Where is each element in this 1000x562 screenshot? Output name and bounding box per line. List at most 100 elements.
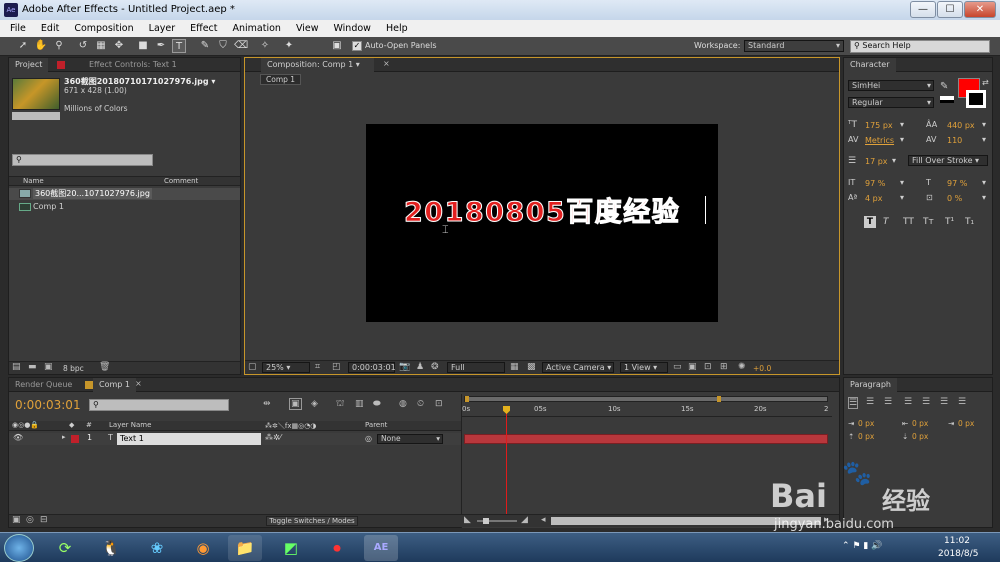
start-button[interactable] <box>4 534 34 562</box>
subscript-button[interactable]: T₁ <box>965 217 974 227</box>
tab-project[interactable]: Project <box>9 58 49 72</box>
justify-right-icon[interactable]: ☰ <box>940 397 948 407</box>
hand-tool-icon[interactable]: ✋ <box>34 39 48 53</box>
layer-label-color[interactable] <box>71 435 79 443</box>
channel-icon[interactable]: ❂ <box>431 362 439 372</box>
brainstorm-icon[interactable]: ◍ <box>399 399 407 409</box>
layer-duration-bar[interactable] <box>464 434 828 444</box>
panel-icon[interactable]: ▣ <box>330 39 344 53</box>
clock-date[interactable]: 2018/8/5 <box>938 549 978 559</box>
pickwhip-icon[interactable]: ◎ <box>365 434 372 443</box>
chevron-down-icon[interactable]: ▾ <box>900 193 904 202</box>
chevron-down-icon[interactable]: ▾ <box>892 156 896 165</box>
fast-previews-icon[interactable]: ▦ <box>510 362 519 372</box>
toggle-switches-icon[interactable]: ▣ <box>12 515 21 525</box>
parent-select[interactable]: None ▾ <box>377 434 443 444</box>
zoom-in-icon[interactable]: ◢ <box>521 515 528 525</box>
motion-blur-icon[interactable]: ⬬ <box>373 399 381 409</box>
taskbar-recorder-icon[interactable]: ⏺ <box>320 535 354 561</box>
tray-icons[interactable]: ⌃ ⚑ ▮ 🔊 <box>842 541 882 551</box>
render-icon[interactable]: ▣ <box>688 362 697 372</box>
space-before-value[interactable]: 0 px <box>858 432 874 441</box>
zoom-slider[interactable] <box>477 518 517 524</box>
camera-tool-icon[interactable]: ▦ <box>94 39 108 53</box>
title-action-safe-icon[interactable]: ⌗ <box>315 362 320 372</box>
menu-edit[interactable]: Edit <box>41 23 59 34</box>
layer-switches-icons[interactable]: ⁂✲⁄ <box>265 433 281 442</box>
resolution-select[interactable]: Full <box>447 362 505 373</box>
current-time-indicator[interactable] <box>506 408 507 526</box>
chevron-down-icon[interactable]: ▾ <box>900 120 904 129</box>
zoom-select[interactable]: 25% ▾ <box>262 362 310 373</box>
zoom-tool-icon[interactable]: ⚲ <box>52 39 66 53</box>
chevron-down-icon[interactable]: ▾ <box>982 178 986 187</box>
faux-italic-button[interactable]: T <box>883 217 889 227</box>
scroll-right-icon[interactable]: ▸ <box>824 515 829 525</box>
workspace-select[interactable]: Standard ▾ <box>744 40 844 52</box>
trash-icon[interactable]: 🗑 <box>99 362 110 372</box>
show-snapshot-icon[interactable]: ♟ <box>416 362 424 372</box>
column-name[interactable]: Name <box>23 177 44 185</box>
roto-brush-tool-icon[interactable]: ✧ <box>258 39 272 53</box>
toggle-in-out-icon[interactable]: ⊟ <box>40 515 48 525</box>
chevron-down-icon[interactable]: ▾ <box>900 178 904 187</box>
rectangle-tool-icon[interactable]: ■ <box>136 39 150 53</box>
menu-animation[interactable]: Animation <box>233 23 281 34</box>
new-comp-icon[interactable]: ▣ <box>44 362 53 372</box>
exposure-value[interactable]: +0.0 <box>753 364 771 373</box>
clone-stamp-tool-icon[interactable]: ⛉ <box>216 39 230 53</box>
region-of-interest-icon[interactable]: ◰ <box>332 362 341 372</box>
transparency-grid-icon[interactable]: ▩ <box>527 362 536 372</box>
search-help-input[interactable]: ⚲ Search Help <box>850 40 990 53</box>
toggle-modes-icon[interactable]: ◎ <box>26 515 34 525</box>
black-white-swatch[interactable] <box>940 96 954 103</box>
list-item[interactable]: 360截图20...1071027976.jpg <box>9 188 240 200</box>
justify-all-icon[interactable]: ☰ <box>958 397 966 407</box>
pan-behind-tool-icon[interactable]: ✥ <box>112 39 126 53</box>
toggle-switches-modes-button[interactable]: Toggle Switches / Modes <box>266 516 358 526</box>
work-area-end-handle[interactable] <box>717 396 721 402</box>
font-style-select[interactable]: Regular ▾ <box>848 97 934 108</box>
frame-blending-icon[interactable]: ▥ <box>355 399 364 409</box>
timeline-timecode[interactable]: 0:00:03:01 <box>15 398 81 412</box>
menu-view[interactable]: View <box>296 23 319 34</box>
taskbar-app-refresh-icon[interactable]: ⟳ <box>48 535 82 561</box>
tsume-value[interactable]: 0 % <box>947 194 962 203</box>
draft-3d-icon[interactable]: ◈ <box>311 399 318 409</box>
tab-character[interactable]: Character <box>844 58 896 72</box>
work-area-start-handle[interactable] <box>465 396 469 402</box>
zoom-out-icon[interactable]: ◣ <box>464 515 471 525</box>
comp-button-icon[interactable]: ▣ <box>289 398 302 410</box>
maximize-button[interactable]: ☐ <box>937 1 963 18</box>
taskbar-qq-icon[interactable]: 🐧 <box>94 535 128 561</box>
bpc-button[interactable]: 8 bpc <box>63 364 84 373</box>
list-item[interactable]: Comp 1 <box>9 201 240 213</box>
taskbar-after-effects-button[interactable]: AE <box>364 535 398 561</box>
small-caps-button[interactable]: Tт <box>923 217 934 227</box>
tab-composition[interactable]: Composition: Comp 1 ▾ <box>261 58 374 72</box>
tracking-value[interactable]: 110 <box>947 136 962 145</box>
toggle-pixel-aspect-icon[interactable]: ▭ <box>673 362 682 372</box>
menu-window[interactable]: Window <box>333 23 370 34</box>
align-left-icon[interactable]: ☰ <box>848 397 859 409</box>
project-search-input[interactable]: ⚲ <box>12 154 153 166</box>
justify-left-icon[interactable]: ☰ <box>904 397 912 407</box>
justify-center-icon[interactable]: ☰ <box>922 397 930 407</box>
taskbar-explorer-icon[interactable]: 📁 <box>228 535 262 561</box>
views-select[interactable]: 1 View ▾ <box>620 362 668 373</box>
table-row[interactable]: 👁 ▸ 1 T Text 1 ⁂✲⁄ ◎ None ▾ <box>9 433 461 445</box>
shy-icon[interactable]: ⛫ <box>336 399 344 410</box>
taskbar-video-app-icon[interactable]: ◩ <box>274 535 308 561</box>
stroke-mode-select[interactable]: Fill Over Stroke ▾ <box>908 155 988 166</box>
menu-help[interactable]: Help <box>386 23 408 34</box>
space-after-value[interactable]: 0 px <box>912 432 928 441</box>
new-folder-icon[interactable]: ▬ <box>28 362 37 372</box>
puppet-pin-tool-icon[interactable]: ✦ <box>282 39 296 53</box>
always-preview-icon[interactable]: ▢ <box>248 362 257 372</box>
timeline-icon[interactable]: ⊡ <box>704 362 712 372</box>
menu-effect[interactable]: Effect <box>190 23 217 34</box>
clock-time[interactable]: 11:02 <box>944 536 970 546</box>
auto-keyframe-icon[interactable]: ⏲ <box>417 399 424 409</box>
current-time-field[interactable]: 0:00:03:01 <box>348 362 396 373</box>
chevron-down-icon[interactable]: ▾ <box>900 135 904 144</box>
